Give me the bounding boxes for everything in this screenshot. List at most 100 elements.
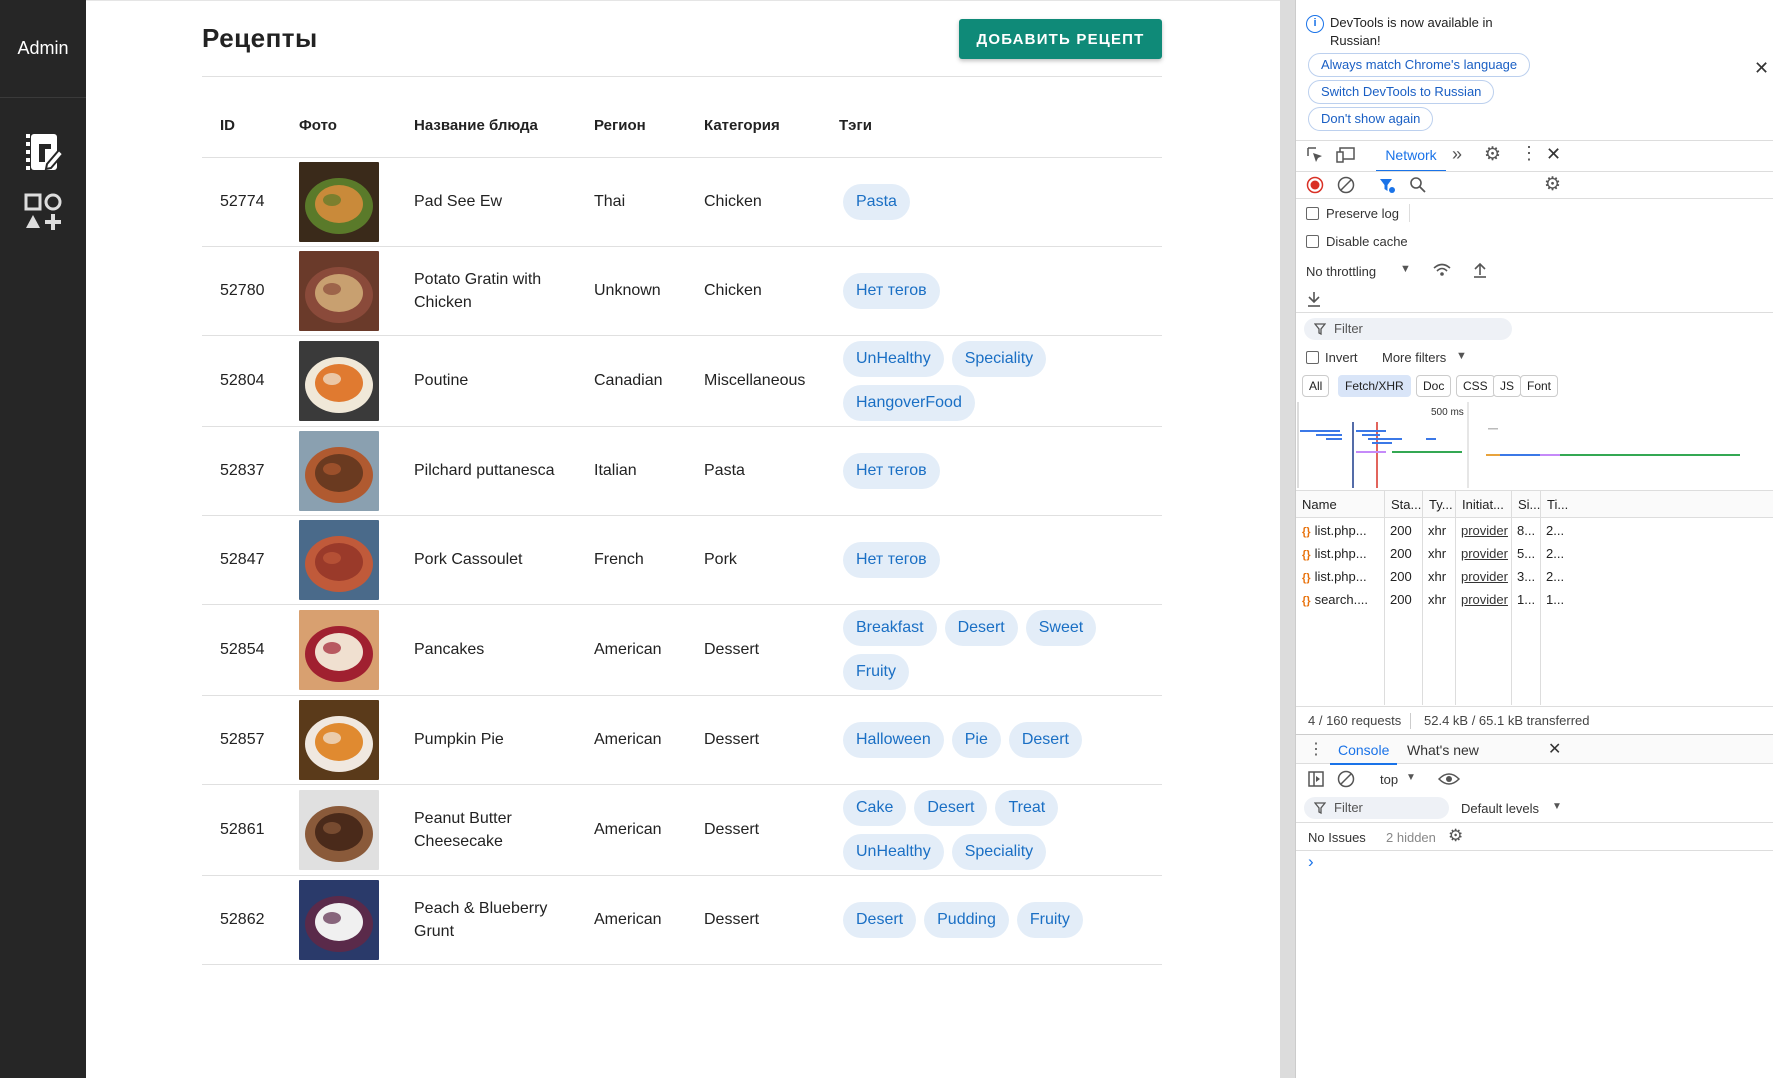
tag-chip[interactable]: Sweet (1025, 609, 1097, 646)
column-type[interactable]: Ty... (1422, 491, 1455, 519)
table-row[interactable]: 52774 Pad See Ew Thai Chicken Pasta (202, 157, 1162, 247)
stop-recording-icon[interactable] (1306, 176, 1324, 194)
tag-chip[interactable]: Treat (995, 789, 1059, 826)
filter-funnel-icon[interactable] (1378, 176, 1396, 194)
clear-console-icon[interactable] (1337, 770, 1355, 788)
tab-network[interactable]: Network (1376, 144, 1446, 172)
inspect-element-icon[interactable] (1306, 146, 1324, 164)
disable-cache-checkbox[interactable] (1306, 235, 1319, 248)
invert-checkbox[interactable] (1306, 351, 1319, 364)
table-row[interactable]: 52837 Pilchard puttanesca Italian Pasta … (202, 426, 1162, 516)
tag-chip[interactable]: Pudding (924, 901, 1009, 938)
network-settings-gear-icon[interactable]: ⚙ (1544, 173, 1561, 196)
log-levels-dropdown[interactable]: Default levels (1461, 801, 1539, 816)
table-row[interactable]: 52862 Peach & Blueberry Grunt American D… (202, 875, 1162, 965)
tag-chip[interactable]: Desert (1008, 721, 1082, 758)
type-filter-doc[interactable]: Doc (1416, 375, 1452, 397)
column-name[interactable]: Name (1296, 491, 1384, 519)
request-initiator-link[interactable]: provider (1455, 542, 1511, 565)
network-timeline-overview[interactable]: 500 ms (1296, 400, 1773, 490)
close-devtools-icon[interactable]: ✕ (1546, 144, 1561, 165)
page-scrollbar[interactable] (1280, 0, 1295, 1078)
tab-whats-new[interactable]: What's new (1407, 739, 1479, 765)
tag-chip[interactable]: Fruity (843, 653, 909, 690)
network-request-row[interactable]: {} list.php... 200 xhr provider 3... 2... (1296, 565, 1773, 588)
import-har-icon[interactable] (1472, 261, 1488, 279)
tag-chip[interactable]: HangoverFood (843, 384, 975, 421)
more-options-icon[interactable]: ⋮ (1520, 143, 1538, 164)
column-initiator[interactable]: Initiat... (1455, 491, 1511, 519)
tag-chip[interactable]: Нет тегов (843, 272, 940, 309)
switch-devtools-russian-button[interactable]: Switch DevTools to Russian (1308, 80, 1495, 104)
table-row[interactable]: 52861 Peanut Butter Cheesecake American … (202, 784, 1162, 876)
dont-show-again-button[interactable]: Don't show again (1308, 107, 1434, 131)
tag-chip[interactable]: Desert (944, 609, 1018, 646)
network-conditions-wifi-icon[interactable] (1432, 261, 1452, 279)
request-initiator-link[interactable]: provider (1455, 519, 1511, 542)
recipe-photo[interactable] (299, 789, 379, 870)
tag-chip[interactable]: Нет тегов (843, 452, 940, 489)
context-selector[interactable]: top (1380, 772, 1398, 787)
tag-chip[interactable]: Desert (914, 789, 988, 826)
console-sidebar-icon[interactable] (1307, 770, 1325, 788)
tag-chip[interactable]: Speciality (951, 833, 1047, 870)
close-drawer-icon[interactable]: ✕ (1548, 739, 1561, 759)
recipe-photo[interactable] (299, 161, 379, 242)
tag-chip[interactable]: UnHealthy (843, 833, 944, 870)
tag-chip[interactable]: Cake (843, 789, 907, 826)
tag-chip[interactable]: Pasta (843, 183, 910, 220)
column-status[interactable]: Sta... (1384, 491, 1422, 519)
recipe-photo[interactable] (299, 609, 379, 690)
tag-chip[interactable]: Pie (951, 721, 1001, 758)
more-filters-dropdown[interactable]: More filters (1382, 350, 1446, 365)
tag-chip[interactable]: Fruity (1016, 901, 1083, 938)
preserve-log-checkbox[interactable] (1306, 207, 1319, 220)
network-request-row[interactable]: {} list.php... 200 xhr provider 8... 2... (1296, 519, 1773, 542)
column-time[interactable]: Ti... (1540, 491, 1570, 519)
clear-log-icon[interactable] (1337, 176, 1355, 194)
recipe-photo[interactable] (299, 250, 379, 331)
search-icon[interactable] (1409, 176, 1427, 194)
type-filter-js[interactable]: JS (1493, 375, 1522, 397)
recipe-photo[interactable] (299, 519, 379, 600)
close-notice-icon[interactable]: ✕ (1754, 58, 1769, 79)
recipe-book-edit-icon[interactable] (23, 132, 63, 172)
type-filter-css[interactable]: CSS (1456, 375, 1495, 397)
column-size[interactable]: Si... (1511, 491, 1540, 519)
type-filter-all[interactable]: All (1302, 375, 1330, 397)
type-filter-font[interactable]: Font (1520, 375, 1559, 397)
live-expression-eye-icon[interactable] (1438, 771, 1460, 787)
request-initiator-link[interactable]: provider (1455, 565, 1511, 588)
issues-count[interactable]: No Issues (1308, 830, 1366, 845)
table-row[interactable]: 52804 Poutine Canadian Miscellaneous UnH… (202, 335, 1162, 427)
type-filter-fetch-xhr[interactable]: Fetch/XHR (1338, 375, 1411, 397)
settings-gear-icon[interactable]: ⚙ (1484, 143, 1501, 166)
network-request-row[interactable]: {} search.... 200 xhr provider 1... 1... (1296, 588, 1773, 611)
more-tabs-chevron-icon[interactable]: » (1452, 144, 1462, 165)
table-row[interactable]: 52857 Pumpkin Pie American Dessert Hallo… (202, 695, 1162, 785)
table-row[interactable]: 52847 Pork Cassoulet French Pork Нет тег… (202, 515, 1162, 605)
recipe-photo[interactable] (299, 699, 379, 780)
shapes-add-icon[interactable] (23, 192, 63, 232)
throttling-select[interactable]: No throttling (1306, 264, 1376, 279)
request-initiator-link[interactable]: provider (1455, 588, 1511, 611)
export-har-icon[interactable] (1306, 290, 1322, 308)
recipe-photo[interactable] (299, 430, 379, 511)
add-recipe-button[interactable]: ДОБАВИТЬ РЕЦЕПТ (959, 19, 1162, 59)
tag-chip[interactable]: Halloween (843, 721, 944, 758)
tag-chip[interactable]: Нет тегов (843, 541, 940, 578)
console-settings-gear-icon[interactable]: ⚙ (1448, 826, 1463, 846)
table-row[interactable]: 52780 Potato Gratin with Chicken Unknown… (202, 246, 1162, 336)
recipe-photo[interactable] (299, 340, 379, 421)
always-match-language-button[interactable]: Always match Chrome's language (1308, 53, 1531, 77)
network-filter-input[interactable]: Filter (1304, 318, 1512, 340)
device-toolbar-icon[interactable] (1336, 146, 1356, 164)
tag-chip[interactable]: Speciality (951, 340, 1047, 377)
tab-console[interactable]: Console (1330, 739, 1398, 765)
console-prompt[interactable]: › (1308, 852, 1314, 872)
network-request-row[interactable]: {} list.php... 200 xhr provider 5... 2... (1296, 542, 1773, 565)
tag-chip[interactable]: Breakfast (843, 609, 937, 646)
recipe-photo[interactable] (299, 879, 379, 960)
table-row[interactable]: 52854 Pancakes American Dessert Breakfas… (202, 604, 1162, 696)
tag-chip[interactable]: Desert (843, 901, 917, 938)
